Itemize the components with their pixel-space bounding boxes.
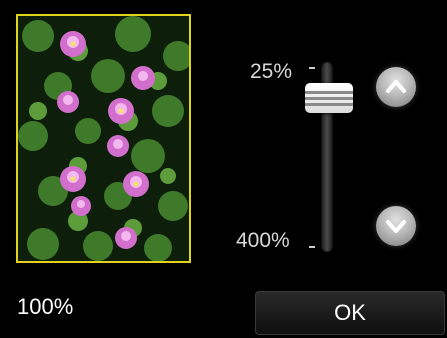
zoom-down-button[interactable] [376, 206, 416, 246]
ok-button[interactable]: OK [255, 291, 445, 335]
zoom-current-value: 100% [17, 294, 74, 319]
thumb-grip-line [305, 91, 353, 94]
zoom-min-label: 400% [236, 229, 290, 252]
zoom-slider-thumb[interactable] [305, 83, 353, 113]
scale-tick-top [309, 67, 315, 69]
zoom-up-button[interactable] [376, 67, 416, 107]
thumb-grip-line [305, 103, 353, 106]
zoom-max-label: 25% [250, 60, 293, 83]
chevron-up-icon [386, 80, 406, 93]
lily-photo [18, 16, 189, 261]
thumb-grip-line [305, 97, 353, 100]
chevron-down-icon [386, 220, 406, 233]
preview-image [16, 14, 191, 263]
scale-tick-bottom [309, 246, 315, 248]
ok-button-label: OK [334, 300, 366, 325]
